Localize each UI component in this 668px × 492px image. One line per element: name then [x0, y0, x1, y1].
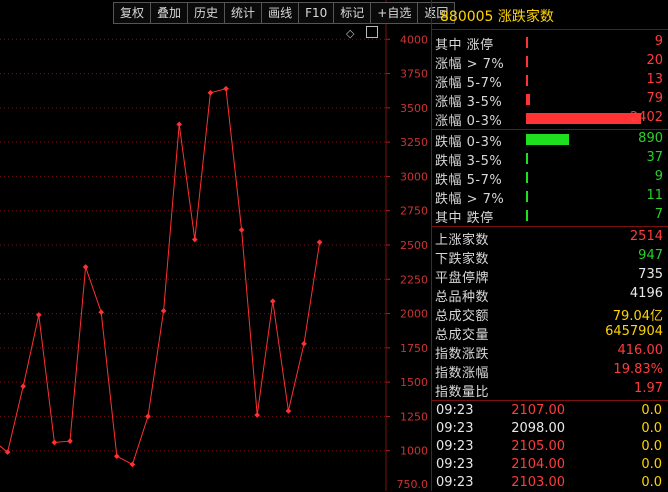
stat-row-fall-count: 下跌家数 947: [435, 248, 663, 267]
y-tick-label: 1250: [400, 410, 428, 423]
rise-bar: [526, 113, 641, 124]
tick-row[interactable]: 09:23 2103.00 0.0: [433, 474, 666, 492]
tick-row[interactable]: 09:23 2098.00 0.0: [433, 420, 666, 438]
y-tick-label: 3000: [400, 170, 428, 183]
statistics-button[interactable]: 统计: [224, 2, 262, 24]
y-bottom-label: 750.0: [397, 478, 429, 491]
stats-ticks-divider: [432, 400, 668, 401]
y-tick-label: 2250: [400, 273, 428, 286]
y-tick-label: 2500: [400, 239, 428, 252]
fall-bar: [526, 172, 528, 183]
panel-toggle-icon[interactable]: [365, 26, 378, 38]
rise-bar: [526, 94, 530, 105]
fuquan-button[interactable]: 复权: [113, 2, 151, 24]
stat-row-rise-count: 上涨家数 2514: [435, 229, 663, 248]
stat-row-turnover: 总成交额 79.04亿: [435, 309, 663, 324]
overlay-button[interactable]: 叠加: [150, 2, 188, 24]
stat-row-volume: 总成交量 6457904: [435, 324, 663, 343]
f10-button[interactable]: F10: [298, 2, 334, 24]
y-tick-label: 3500: [400, 102, 428, 115]
rise-row: 涨幅 3-5% 79: [435, 91, 663, 110]
chart-toggle-icons[interactable]: ◇: [346, 26, 378, 40]
rise-row: 涨幅 0-3% 2402: [435, 110, 663, 129]
y-tick-label: 3250: [400, 136, 428, 149]
draw-line-button[interactable]: 画线: [261, 2, 299, 24]
tick-row[interactable]: 09:23 2104.00 0.0: [433, 456, 666, 474]
stat-row-total-count: 总品种数 4196: [435, 286, 663, 305]
fall-bar: [526, 210, 528, 221]
y-tick-label: 2000: [400, 308, 428, 321]
rise-bar: [526, 56, 528, 67]
y-tick-label: 1500: [400, 376, 428, 389]
tick-row[interactable]: 09:23 2107.00 0.0: [433, 402, 666, 420]
fall-bar: [526, 153, 528, 164]
rise-bar: [526, 75, 528, 86]
y-tick-label: 3750: [400, 68, 428, 81]
stat-row-volume-ratio: 指数量比 1.97: [435, 381, 663, 400]
y-tick-label: 1000: [400, 445, 428, 458]
fall-stats-divider: [432, 226, 668, 227]
y-tick-label: 4000: [400, 33, 428, 46]
fall-bar: [526, 191, 528, 202]
stat-row-index-change: 指数涨跌 416.00: [435, 343, 663, 362]
diamond-icon[interactable]: ◇: [346, 27, 354, 40]
tick-row[interactable]: 09:23 2105.00 0.0: [433, 438, 666, 456]
rise-row: 其中 涨停 9: [435, 34, 663, 53]
fall-bar: [526, 134, 569, 145]
history-button[interactable]: 历史: [187, 2, 225, 24]
fall-row: 跌幅 5-7% 9: [435, 169, 663, 188]
fall-row: 其中 跌停 7: [435, 207, 663, 226]
fall-row: 跌幅 > 7% 11: [435, 188, 663, 207]
fall-row: 跌幅 3-5% 37: [435, 150, 663, 169]
chart-toolbar: 复权 叠加 历史 统计 画线 F10 标记 +自选 返回: [113, 2, 456, 24]
stat-row-index-pct: 指数涨幅 19.83%: [435, 362, 663, 381]
price-chart[interactable]: 1000 1250 1500 1750 2000 2250 2500 2750 3000 3250…: [0, 0, 432, 491]
title-divider: [432, 29, 668, 30]
y-tick-label: 1750: [400, 342, 428, 355]
rise-row: 涨幅 > 7% 20: [435, 53, 663, 72]
y-tick-label: 2750: [400, 205, 428, 218]
rise-row: 涨幅 5-7% 13: [435, 72, 663, 91]
panel-title: 880005 涨跌家数: [440, 9, 554, 25]
stat-row-flat-count: 平盘停牌 735: [435, 267, 663, 286]
fall-row: 跌幅 0-3% 890: [435, 131, 663, 150]
add-watchlist-button[interactable]: +自选: [370, 2, 418, 24]
rise-bar: [526, 37, 528, 48]
mark-button[interactable]: 标记: [333, 2, 371, 24]
